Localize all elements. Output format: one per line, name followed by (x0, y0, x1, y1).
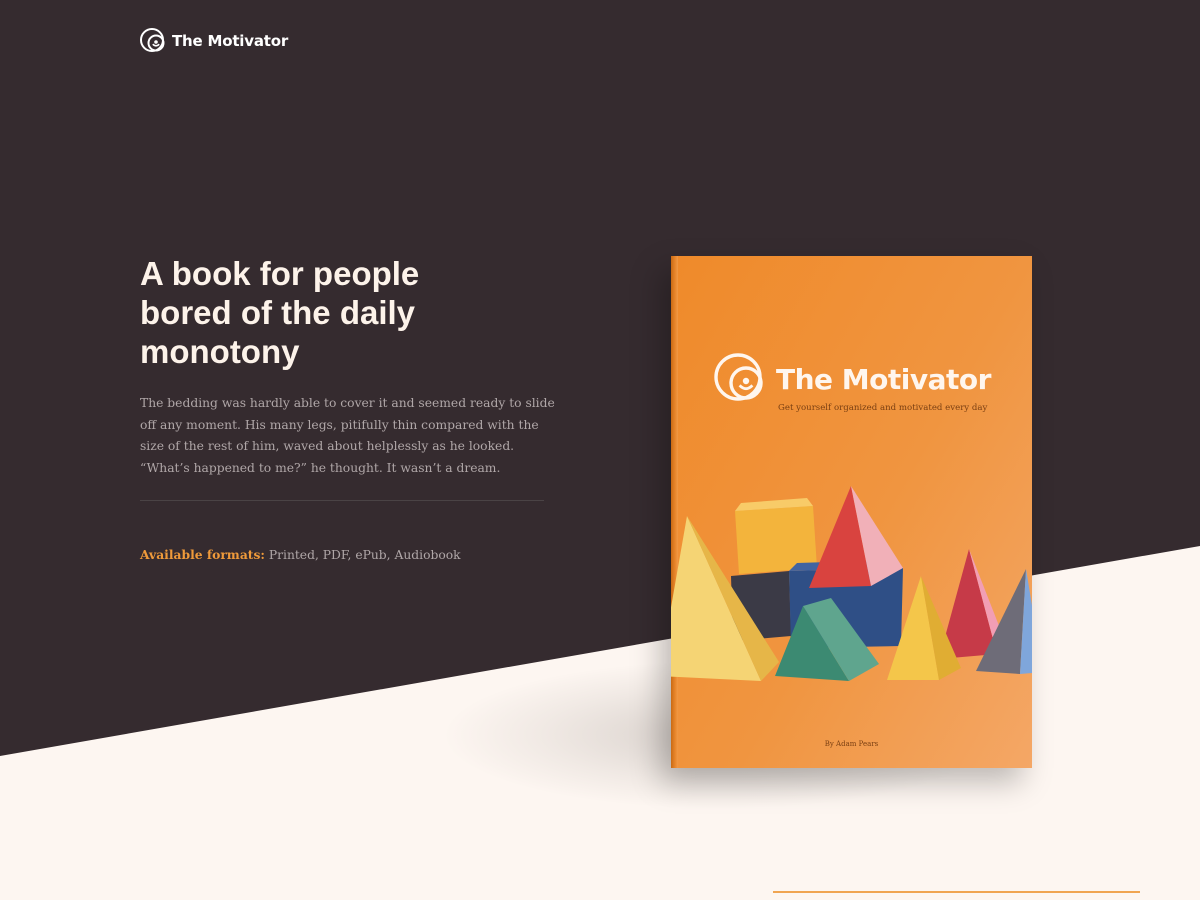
hero-headline-line: bored of the daily (140, 294, 416, 331)
brand-name: The Motivator (172, 32, 289, 50)
accent-rule (773, 891, 1140, 893)
available-formats-value: Printed, PDF, ePub, Audiobook (268, 548, 461, 562)
hero-divider (140, 500, 544, 501)
hero-intro-paragraph: The bedding was hardly able to cover it … (140, 396, 555, 475)
available-formats-label: Available formats: (140, 547, 265, 562)
book-cover: The Motivator Get yourself organized and… (671, 256, 1032, 768)
book-cover-title: The Motivator (776, 362, 991, 396)
available-formats: Available formats: Printed, PDF, ePub, A… (140, 547, 461, 562)
geometric-shapes-illustration (671, 486, 1032, 681)
brand-logo-link[interactable]: The Motivator (140, 27, 288, 55)
hero-headline-line: monotony (140, 333, 300, 370)
circle-target-logo-icon (140, 28, 165, 52)
book-cover-tagline: Get yourself organized and motivated eve… (778, 403, 988, 413)
hero-headline-line: A book for people (140, 255, 420, 292)
hero-headline: A book for people bored of the daily mon… (140, 254, 560, 371)
circle-target-logo-icon (714, 353, 763, 401)
book-cover-author: By Adam Pears (824, 740, 879, 748)
book-cover-logo: The Motivator (714, 351, 991, 407)
